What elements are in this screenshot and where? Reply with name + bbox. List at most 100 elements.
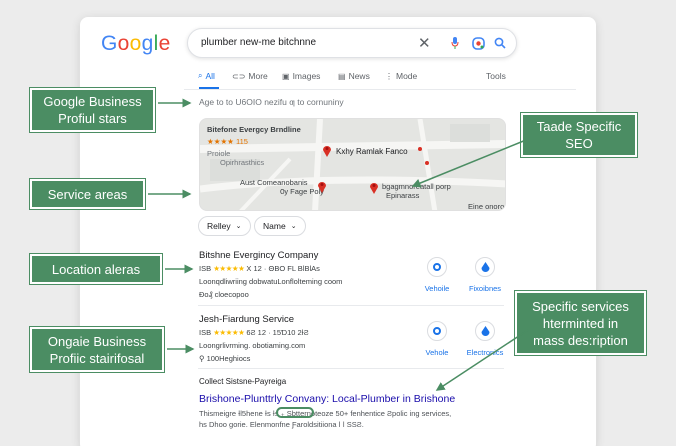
- map-pin-icon[interactable]: [317, 180, 327, 193]
- more-vert-icon: ⋮: [385, 71, 393, 81]
- tab-all[interactable]: ⌕ All: [198, 71, 215, 81]
- map-business-title: Bitefone Evergcy Brndline: [207, 125, 301, 134]
- search-results-card: [80, 17, 596, 446]
- rating-prefix: ISB: [199, 264, 212, 273]
- callout-line: Profiul stars: [58, 111, 127, 126]
- chevron-down-icon: ⌄: [235, 223, 242, 230]
- callout-line: Location aleras: [51, 261, 141, 277]
- action-label: Vehoile: [424, 284, 450, 293]
- filter-chip[interactable]: Relley ⌄: [198, 216, 251, 236]
- tab-label: All: [205, 71, 215, 81]
- tab-label: Tools: [486, 71, 506, 81]
- search-icon: ⚲: [199, 354, 205, 363]
- star-rating-icon: ★★★★★: [213, 264, 245, 273]
- callout-specific-services: Specific services hterminted in mass des:r…: [515, 291, 646, 355]
- callout-line: hterminted in: [542, 315, 619, 331]
- listing-name[interactable]: Bitshne Evergincy Company: [199, 250, 318, 261]
- callout-line: Specific services: [532, 298, 629, 314]
- drop-icon: [475, 321, 495, 341]
- map-business-rating: ★★★★ 115: [207, 137, 248, 146]
- tab-mode[interactable]: ⋮ Mode: [385, 71, 417, 81]
- result-snippet: hs Dhoo gorie. Elenmonfne Ƒaroldsitiiona…: [199, 420, 364, 429]
- callout-line: Taade Specific: [536, 119, 622, 134]
- map-dot: [418, 147, 422, 151]
- callout-service-areas: Service areas: [30, 179, 145, 209]
- chevron-down-icon: ⌄: [290, 223, 297, 230]
- callout-line: Profiic stairifosal: [49, 350, 145, 366]
- chip-label: Relley: [207, 221, 231, 231]
- local-map[interactable]: Bitefone Evergcy Brndline ★★★★ 115 Proio…: [199, 118, 506, 211]
- listing-rating: ISB ★★★★★ 6Ƨ 12 · 15Ɗ10 2ƗƧ: [199, 328, 309, 337]
- tab-images[interactable]: ▣ Images: [282, 71, 320, 81]
- callout-ongaie: Ongaie Business Profiic stairifosal: [30, 327, 164, 372]
- map-pin-label: Kxhy Ramlak Fanco: [336, 147, 408, 156]
- tab-tools[interactable]: Tools: [486, 71, 506, 81]
- map-pin-icon[interactable]: [322, 144, 332, 157]
- search-input[interactable]: plumber new-me bitchnne: [201, 37, 316, 48]
- map-label: Proiole: [207, 149, 231, 158]
- tab-news[interactable]: ▤ News: [338, 71, 370, 81]
- action-label: Fixoibnes: [468, 284, 502, 293]
- callout-line: Google Business: [43, 94, 142, 109]
- tab-more[interactable]: ⊂⊃ More: [232, 71, 268, 81]
- listing-info: Loongrlivrming. obotiaming.com: [199, 341, 306, 350]
- tabs-divider: [184, 89, 576, 90]
- tab-label: Mode: [396, 71, 418, 81]
- map-dot: [425, 161, 429, 165]
- drop-icon: [475, 257, 495, 277]
- result-source: Collect Sistsne-Payreiga: [199, 377, 287, 386]
- rating-suffix: 6Ƨ 12 · 15Ɗ10 2ƗƧ: [246, 328, 309, 337]
- microphone-icon[interactable]: [451, 37, 459, 49]
- logo-letter: o: [117, 32, 130, 55]
- listing-rating: ISB ★★★★★ X 12 · ΘBO FL BlBlAs: [199, 264, 320, 273]
- callout-trade-seo: Taade Specific SEO: [521, 113, 637, 157]
- result-title-link[interactable]: Brishone-Plunttrly Convany: Local-Plumbe…: [199, 393, 455, 405]
- callout-gbp-stars: Google Business Profiul stars: [30, 88, 155, 132]
- callout-line: mass des:ription: [533, 332, 628, 348]
- map-pin-label: bgagmnoreatall porp: [382, 182, 451, 191]
- listing-hours: ⚲ 100Heghiocs: [199, 354, 250, 363]
- listing-hours-text: 100Heghiocs: [206, 354, 251, 363]
- listing-name[interactable]: Jesh-Fiardung Service: [199, 314, 294, 325]
- logo-letter: g: [141, 32, 154, 55]
- map-label: Opirhrasthics: [220, 158, 265, 167]
- website-action[interactable]: Vehoile: [411, 257, 463, 293]
- lens-icon[interactable]: [472, 37, 485, 50]
- listing-hours: Ɖo₰ cloecopoo: [199, 290, 249, 299]
- map-pin-icon[interactable]: [369, 181, 379, 194]
- map-street-label: Aust Comeanobanis: [240, 178, 308, 187]
- row-divider: [198, 305, 504, 306]
- rating-prefix: ISB: [199, 328, 212, 337]
- search-icon: ⌕: [198, 71, 203, 80]
- directions-action[interactable]: Electronics: [459, 321, 511, 357]
- website-action[interactable]: Vehole: [411, 321, 463, 357]
- news-icon: ▤: [338, 71, 346, 81]
- callout-line: SEO: [565, 136, 593, 151]
- clear-icon[interactable]: ✕: [418, 34, 431, 52]
- search-bar[interactable]: plumber new-me bitchnne ✕: [187, 28, 517, 58]
- listing-info: Loonqdliwriing dobwatuLonflolteming coom: [199, 277, 343, 286]
- action-label: Electronics: [466, 348, 504, 357]
- callout-line: Service areas: [47, 186, 128, 202]
- callout-location: Location aleras: [30, 254, 162, 284]
- tab-label: More: [248, 71, 268, 81]
- link-icon: ⊂⊃: [232, 71, 246, 81]
- directions-action[interactable]: Fixoibnes: [459, 257, 511, 293]
- target-icon: [427, 321, 447, 341]
- result-snippet: Thismeigre Ɨl5hene Ɨs Ɨs ₊ Sbtternoteoze…: [199, 409, 452, 418]
- logo-letter: G: [101, 32, 118, 55]
- logo-letter: o: [129, 32, 142, 55]
- tab-label: News: [348, 71, 370, 81]
- callout-line: Ongaie Business: [47, 333, 147, 349]
- tab-label: Images: [292, 71, 321, 81]
- search-icon[interactable]: [494, 37, 506, 49]
- google-logo[interactable]: Google: [101, 32, 171, 56]
- map-attribution: Eine onoro: [468, 202, 505, 211]
- filter-chip[interactable]: Name ⌄: [254, 216, 306, 236]
- row-divider: [198, 368, 504, 369]
- map-rating-text: ★★★★ 115: [207, 137, 248, 146]
- image-icon: ▣: [282, 71, 290, 81]
- map-pin-label: Epinarass: [386, 191, 420, 200]
- action-label: Vehole: [425, 348, 449, 357]
- results-info: Age to to U6OIO nezifu ƣ to cornuniny: [199, 97, 344, 107]
